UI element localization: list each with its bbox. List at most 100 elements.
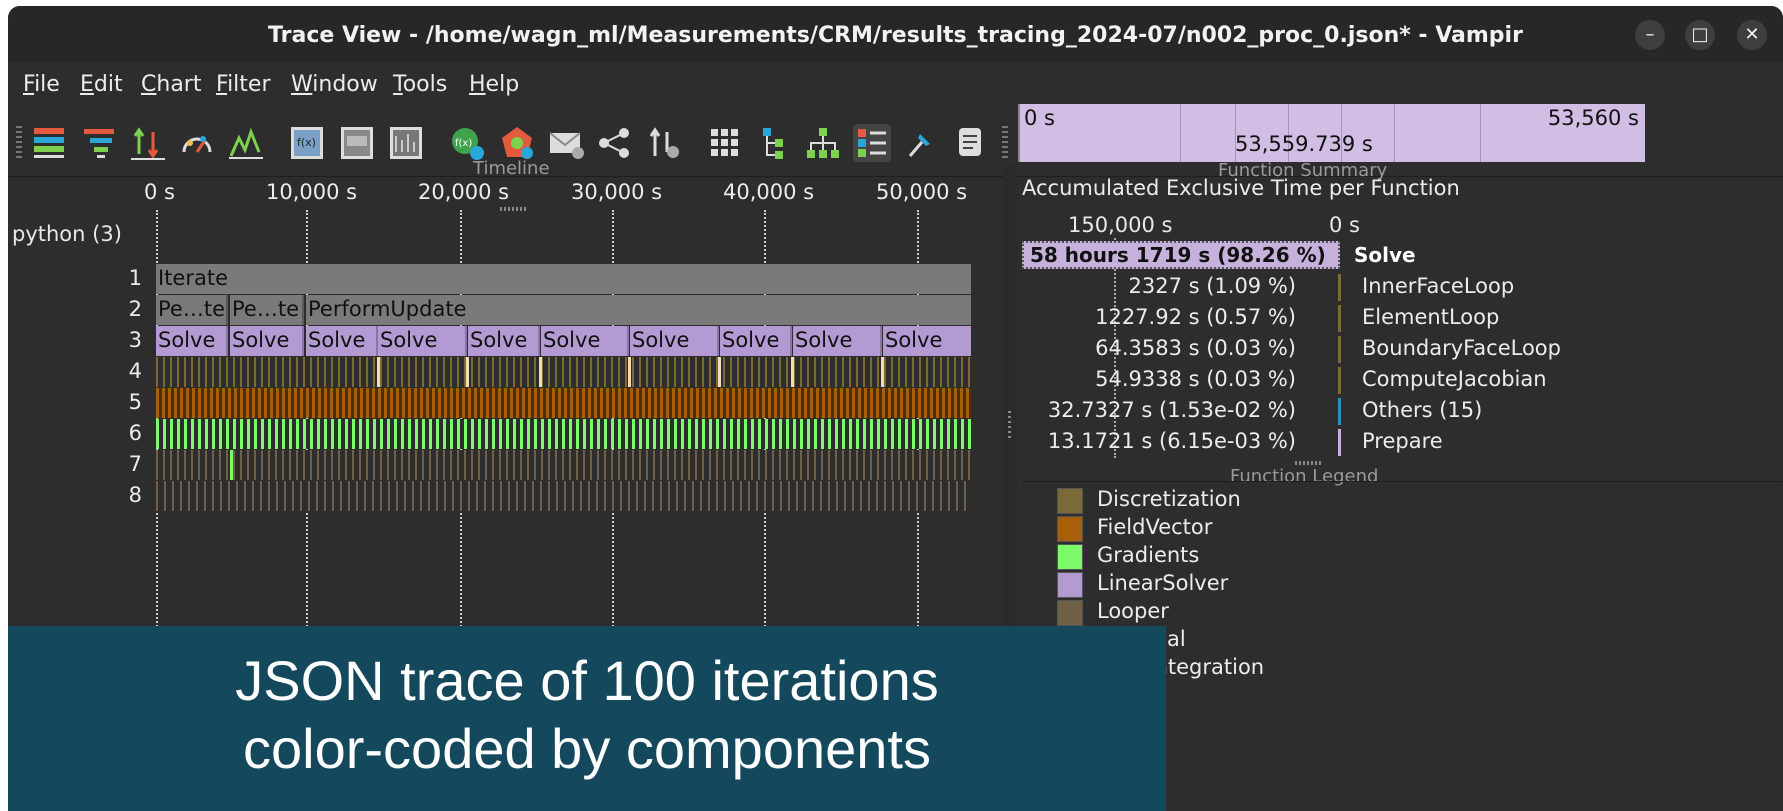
timeline-tick-label: 40,000 s	[723, 180, 815, 204]
residual-event[interactable]	[539, 357, 542, 387]
zoom-start: 0 s	[1024, 106, 1055, 130]
menu-help[interactable]: Help	[469, 72, 519, 97]
toolbar-grip-2[interactable]	[1002, 126, 1008, 160]
minimize-button[interactable]: –	[1635, 20, 1665, 50]
legend-label: LinearSolver	[1097, 571, 1229, 595]
zoom-tick	[1394, 104, 1395, 162]
fs-bar	[1338, 398, 1341, 425]
fs-name: Others (15)	[1362, 398, 1483, 422]
grid-icon[interactable]	[706, 124, 744, 162]
zoom-bar[interactable]: 0 s 53,560 s 53,559.739 s	[1018, 104, 1645, 162]
row6-events[interactable]	[156, 419, 971, 449]
solve-bar[interactable]: Solve	[230, 326, 304, 356]
envelope-icon[interactable]	[547, 124, 585, 162]
solve-bar[interactable]: Solve	[793, 326, 882, 356]
io-events-icon[interactable]	[645, 124, 683, 162]
function-summary-icon[interactable]	[80, 124, 118, 162]
menu-chart[interactable]: Chart	[141, 72, 201, 97]
message-summary-icon[interactable]	[498, 124, 536, 162]
function-legend-icon[interactable]: f(x)	[448, 124, 486, 162]
process-timeline-icon[interactable]	[129, 124, 167, 162]
master-timeline-icon[interactable]	[30, 124, 68, 162]
residual-event[interactable]	[881, 357, 884, 387]
collective-ops-icon[interactable]	[596, 124, 634, 162]
gradient-event[interactable]	[230, 450, 233, 480]
solve-bar[interactable]: Solve	[630, 326, 719, 356]
fs-row[interactable]: 64.3583 s (0.03 %) BoundaryFaceLoop	[968, 334, 1593, 365]
menu-window[interactable]: Window	[291, 72, 378, 97]
tree-icon[interactable]	[755, 124, 793, 162]
toolbar-grip[interactable]	[16, 126, 22, 160]
panel-resize-handle[interactable]	[500, 207, 528, 211]
timeline-title: Timeline	[473, 158, 550, 179]
caption-overlay: JSON trace of 100 iterations color-coded…	[8, 626, 1166, 811]
timeline-tick-label: 20,000 s	[418, 180, 510, 204]
close-button[interactable]: ✕	[1737, 20, 1767, 50]
menu-file[interactable]: File	[23, 72, 60, 97]
menu-bar: File Edit Chart Filter Window Tools Help	[8, 70, 1783, 106]
row5-events[interactable]	[156, 388, 971, 418]
perform-update-bar[interactable]: Pe…te	[156, 295, 228, 325]
row7-events[interactable]	[156, 450, 971, 480]
iterate-bar[interactable]: Iterate	[156, 264, 971, 294]
zoom-end: 53,560 s	[1547, 106, 1639, 130]
caption-line-2: color-coded by components	[243, 717, 931, 780]
function-summary-subtitle: Accumulated Exclusive Time per Function	[1022, 176, 1460, 200]
panel-resize-handle[interactable]	[1295, 461, 1321, 465]
menu-edit[interactable]: Edit	[80, 72, 123, 97]
zoom-tick	[1480, 104, 1481, 162]
counter-data-icon[interactable]	[178, 124, 216, 162]
legend-label: FieldVector	[1097, 515, 1213, 539]
perform-update-bar[interactable]: PerformUpdate	[306, 295, 971, 325]
solve-bar[interactable]: Solve	[156, 326, 228, 356]
menu-filter[interactable]: Filter	[216, 72, 271, 97]
fs-row[interactable]: 32.7327 s (1.53e-02 %) Others (15)	[968, 396, 1593, 427]
fs-name: Prepare	[1362, 429, 1443, 453]
fs-bar	[1338, 429, 1341, 456]
communication-matrix-icon[interactable]: f(x)	[288, 124, 326, 162]
hierarchy-icon[interactable]	[804, 124, 842, 162]
fs-value: 1227.92 s (0.57 %)	[1095, 305, 1296, 329]
fs-row[interactable]: 1227.92 s (0.57 %) ElementLoop	[968, 303, 1593, 334]
row-label: 4	[128, 359, 142, 383]
row8-events[interactable]	[156, 481, 971, 511]
fs-name: ComputeJacobian	[1362, 367, 1547, 391]
residual-event[interactable]	[466, 357, 469, 387]
legend-swatch	[1057, 572, 1083, 598]
residual-event[interactable]	[718, 357, 721, 387]
fs-value: 64.3583 s (0.03 %)	[1095, 336, 1296, 360]
fs-value: 54.9338 s (0.03 %)	[1095, 367, 1296, 391]
residual-event[interactable]	[628, 357, 631, 387]
legend-list-icon[interactable]	[853, 124, 891, 162]
fs-name-solve[interactable]: Solve	[1354, 243, 1416, 267]
row-label: 6	[128, 421, 142, 445]
performance-radar-icon[interactable]	[227, 124, 265, 162]
title-bar[interactable]: Trace View - /home/wagn_ml/Measurements/…	[8, 6, 1783, 62]
row-label: 2	[128, 297, 142, 321]
residual-event[interactable]	[791, 357, 794, 387]
io-summary-icon[interactable]	[338, 124, 376, 162]
solve-bar[interactable]: Solve	[468, 326, 540, 356]
fs-row[interactable]: 54.9338 s (0.03 %) ComputeJacobian	[968, 365, 1593, 396]
legend-label: Gradients	[1097, 543, 1200, 567]
solve-bar[interactable]: Solve	[306, 326, 378, 356]
perform-update-bar[interactable]: Pe…te	[230, 295, 304, 325]
fs-row[interactable]: 13.1721 s (6.15e-03 %) Prepare	[968, 427, 1593, 458]
menu-tools[interactable]: Tools	[393, 72, 447, 97]
row4-events[interactable]	[156, 357, 971, 387]
fs-row[interactable]: 2327 s (1.09 %) InnerFaceLoop	[968, 272, 1593, 303]
solve-bar[interactable]: Solve	[378, 326, 467, 356]
maximize-button[interactable]: □	[1685, 20, 1715, 50]
solve-bar[interactable]: Solve	[883, 326, 971, 356]
residual-event[interactable]	[377, 357, 380, 387]
svg-text:f(x): f(x)	[297, 136, 316, 149]
fs-value: 32.7327 s (1.53e-02 %)	[1047, 398, 1296, 422]
solve-bar[interactable]: Solve	[541, 326, 629, 356]
function-legend-title: Function Legend	[1230, 466, 1379, 487]
process-label[interactable]: python (3)	[12, 222, 122, 246]
solve-bar[interactable]: Solve	[720, 326, 792, 356]
pin-icon[interactable]	[902, 124, 940, 162]
fs-name: InnerFaceLoop	[1362, 274, 1515, 298]
call-tree-icon[interactable]	[387, 124, 425, 162]
notes-icon[interactable]	[951, 124, 989, 162]
